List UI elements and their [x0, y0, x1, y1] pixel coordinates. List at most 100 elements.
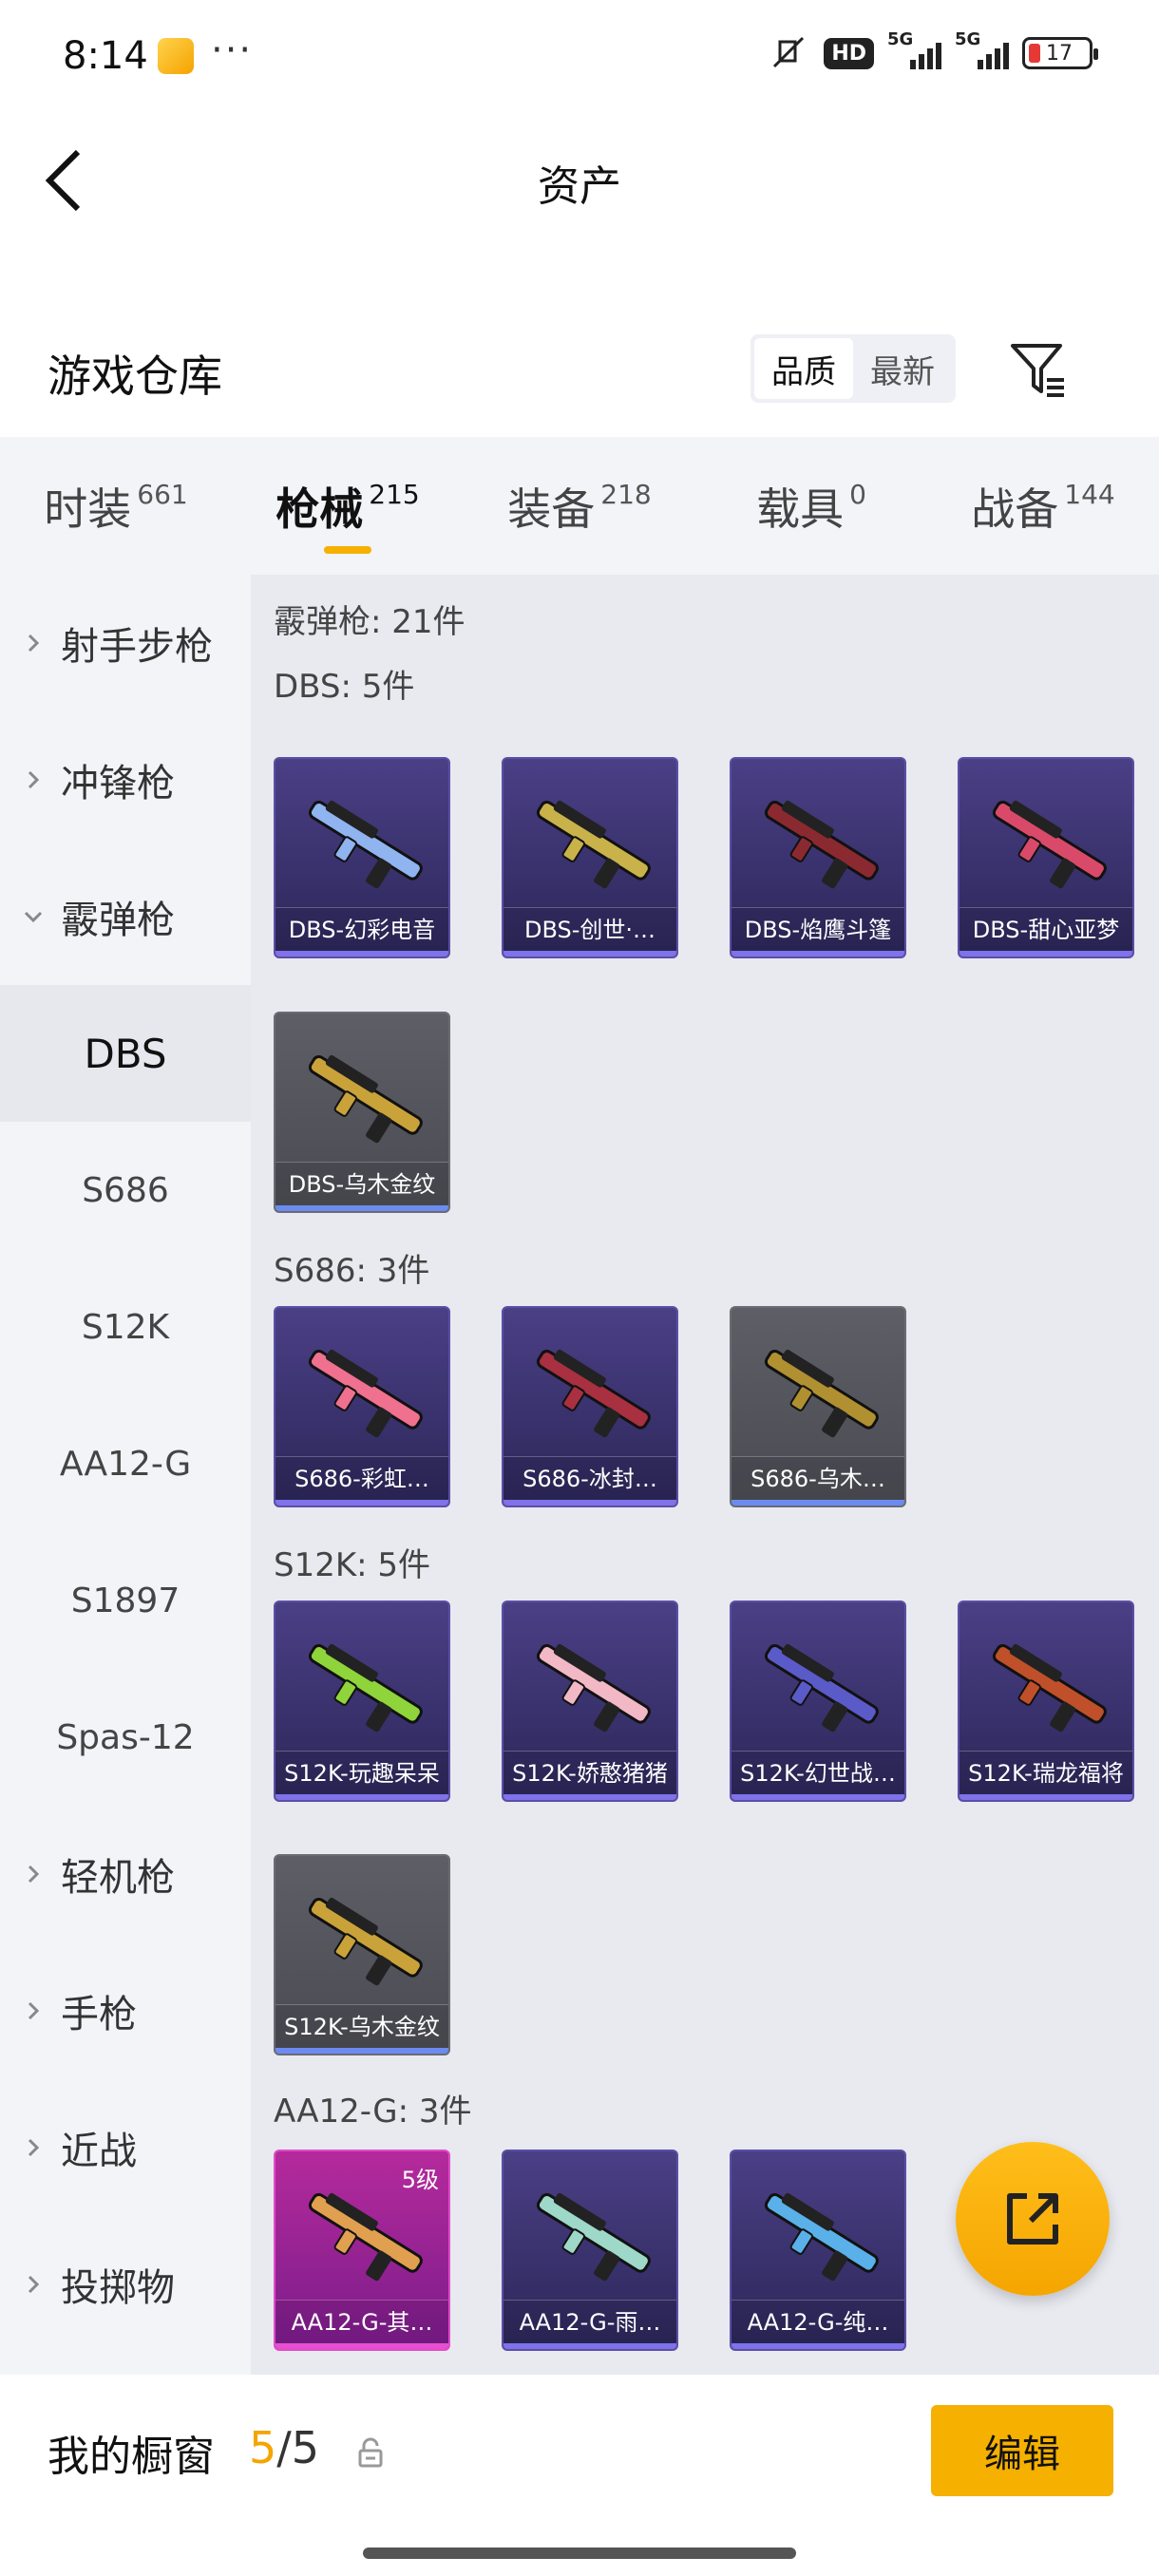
- rarity-bar: [732, 1500, 904, 1506]
- weapon-card[interactable]: DBS-乌木金纹: [274, 1012, 450, 1213]
- sidebar-item-1[interactable]: 冲锋枪: [0, 711, 251, 848]
- signal-icon: 5G: [887, 29, 941, 69]
- rarity-bar: [276, 1794, 448, 1800]
- sidebar-item-label: 射手步枪: [61, 625, 213, 669]
- sidebar-item-3[interactable]: DBS: [0, 985, 251, 1122]
- tab-2[interactable]: 装备 218: [464, 437, 695, 575]
- tab-active-indicator: [324, 546, 371, 554]
- weapon-name: S12K-娇憨猪猪: [504, 1751, 676, 1794]
- rarity-bar: [732, 2343, 904, 2349]
- rarity-bar: [732, 1794, 904, 1800]
- sidebar-item-label: 投掷物: [61, 2266, 175, 2310]
- weapon-card[interactable]: S12K-瑞龙福将: [958, 1601, 1134, 1802]
- share-icon: [1007, 2193, 1058, 2245]
- weapon-card[interactable]: 5级 AA12-G-其…: [274, 2150, 450, 2351]
- group-title: DBS: 5件: [274, 668, 415, 706]
- sort-quality-option[interactable]: 品质: [754, 338, 853, 399]
- sidebar-item-6[interactable]: AA12-G: [0, 1395, 251, 1532]
- chevron-right-icon: [23, 769, 44, 790]
- mute-icon: [767, 34, 810, 72]
- shotgun-icon: [294, 1036, 433, 1156]
- weapon-grid: 霰弹枪: 21件 DBS: 5件 DBS-幻彩电音 DBS-创世·… DBS-焰鹰斗篷…: [251, 575, 1159, 2375]
- rarity-bar: [504, 951, 676, 957]
- sidebar-item-label: 轻机枪: [61, 1856, 175, 1900]
- shotgun-icon: [750, 1331, 889, 1450]
- weapon-card[interactable]: S686-乌木…: [730, 1306, 906, 1507]
- rarity-bar: [276, 1205, 448, 1211]
- shotgun-icon: [522, 1625, 661, 1745]
- sidebar-item-label: 近战: [61, 2130, 137, 2173]
- weapon-card[interactable]: AA12-G-雨…: [502, 2150, 678, 2351]
- weapon-card[interactable]: S686-冰封…: [502, 1306, 678, 1507]
- tab-0[interactable]: 时装 661: [0, 437, 232, 575]
- chevron-right-icon: [23, 633, 44, 653]
- tab-label: 时装: [44, 483, 132, 535]
- share-button[interactable]: [956, 2142, 1110, 2296]
- app-header: 资产: [0, 104, 1159, 247]
- sidebar-item-9[interactable]: 轻机枪: [0, 1806, 251, 1942]
- edit-button[interactable]: 编辑: [931, 2405, 1113, 2496]
- showcase-label: 我的橱窗: [48, 2433, 215, 2481]
- sidebar-item-10[interactable]: 手枪: [0, 1942, 251, 2079]
- sidebar-item-7[interactable]: S1897: [0, 1532, 251, 1669]
- filter-icon: [1011, 344, 1064, 397]
- tab-1[interactable]: 枪械 215: [232, 437, 464, 575]
- weapon-name: S686-冰封…: [504, 1456, 676, 1500]
- group-title: S686: 3件: [274, 1252, 430, 1290]
- rarity-bar: [732, 951, 904, 957]
- sidebar-item-12[interactable]: 投掷物: [0, 2216, 251, 2353]
- shotgun-icon: [294, 1625, 433, 1745]
- weapon-card[interactable]: S12K-乌木金纹: [274, 1854, 450, 2055]
- tab-4[interactable]: 战备 144: [927, 437, 1159, 575]
- group-title: S12K: 5件: [274, 1546, 431, 1584]
- sidebar-item-label: 手枪: [61, 1993, 137, 2036]
- sidebar-item-11[interactable]: 近战: [0, 2079, 251, 2216]
- category-tabs: 时装 661 枪械 215 装备 218 载具 0 战备 144: [0, 437, 1159, 575]
- sidebar-item-0[interactable]: 射手步枪: [0, 575, 251, 711]
- sort-toggle: 品质 最新: [750, 334, 956, 403]
- weapon-card[interactable]: AA12-G-纯…: [730, 2150, 906, 2351]
- tab-3[interactable]: 载具 0: [695, 437, 927, 575]
- shotgun-icon: [522, 782, 661, 901]
- tab-label: 战备: [971, 483, 1059, 535]
- weapon-name: S686-乌木…: [732, 1456, 904, 1500]
- sidebar-item-5[interactable]: S12K: [0, 1259, 251, 1395]
- weapon-card[interactable]: DBS-创世·…: [502, 757, 678, 958]
- weapon-card[interactable]: DBS-幻彩电音: [274, 757, 450, 958]
- tab-count: 215: [369, 479, 420, 510]
- shotgun-icon: [978, 782, 1117, 901]
- weapon-name: DBS-创世·…: [504, 907, 676, 951]
- weapon-name: S12K-瑞龙福将: [960, 1751, 1132, 1794]
- lock-icon: [358, 2437, 383, 2468]
- weapon-name: DBS-幻彩电音: [276, 907, 448, 951]
- filter-button[interactable]: [1007, 338, 1070, 401]
- sidebar-item-4[interactable]: S686: [0, 1122, 251, 1259]
- more-notifications-icon: ···: [211, 28, 254, 72]
- sidebar-item-8[interactable]: Spas-12: [0, 1669, 251, 1806]
- sort-newest-option[interactable]: 最新: [853, 338, 952, 399]
- weapon-card[interactable]: S686-彩虹…: [274, 1306, 450, 1507]
- chevron-right-icon: [23, 2137, 44, 2158]
- weapon-card[interactable]: DBS-甜心亚梦: [958, 757, 1134, 958]
- chevron-down-icon: [23, 906, 44, 927]
- weapon-card[interactable]: DBS-焰鹰斗篷: [730, 757, 906, 958]
- sidebar-item-label: Spas-12: [56, 1717, 195, 1757]
- weapon-card[interactable]: S12K-娇憨猪猪: [502, 1601, 678, 1802]
- notification-app-icon: [158, 38, 194, 74]
- group-title: AA12-G: 3件: [274, 2093, 472, 2131]
- tab-label: 载具: [756, 483, 845, 535]
- weapon-card[interactable]: S12K-幻世战…: [730, 1601, 906, 1802]
- shotgun-icon: [750, 782, 889, 901]
- chevron-right-icon: [23, 2274, 44, 2295]
- tab-label: 装备: [507, 483, 596, 535]
- shotgun-icon: [294, 1331, 433, 1450]
- sidebar-item-2[interactable]: 霰弹枪: [0, 848, 251, 985]
- chevron-right-icon: [23, 1864, 44, 1885]
- weapon-card[interactable]: S12K-玩趣呆呆: [274, 1601, 450, 1802]
- chevron-right-icon: [23, 2000, 44, 2021]
- tab-count: 218: [600, 479, 652, 510]
- weapon-name: S12K-玩趣呆呆: [276, 1751, 448, 1794]
- tab-count: 144: [1064, 479, 1115, 510]
- tab-label: 枪械: [276, 483, 364, 535]
- weapon-name: DBS-焰鹰斗篷: [732, 907, 904, 951]
